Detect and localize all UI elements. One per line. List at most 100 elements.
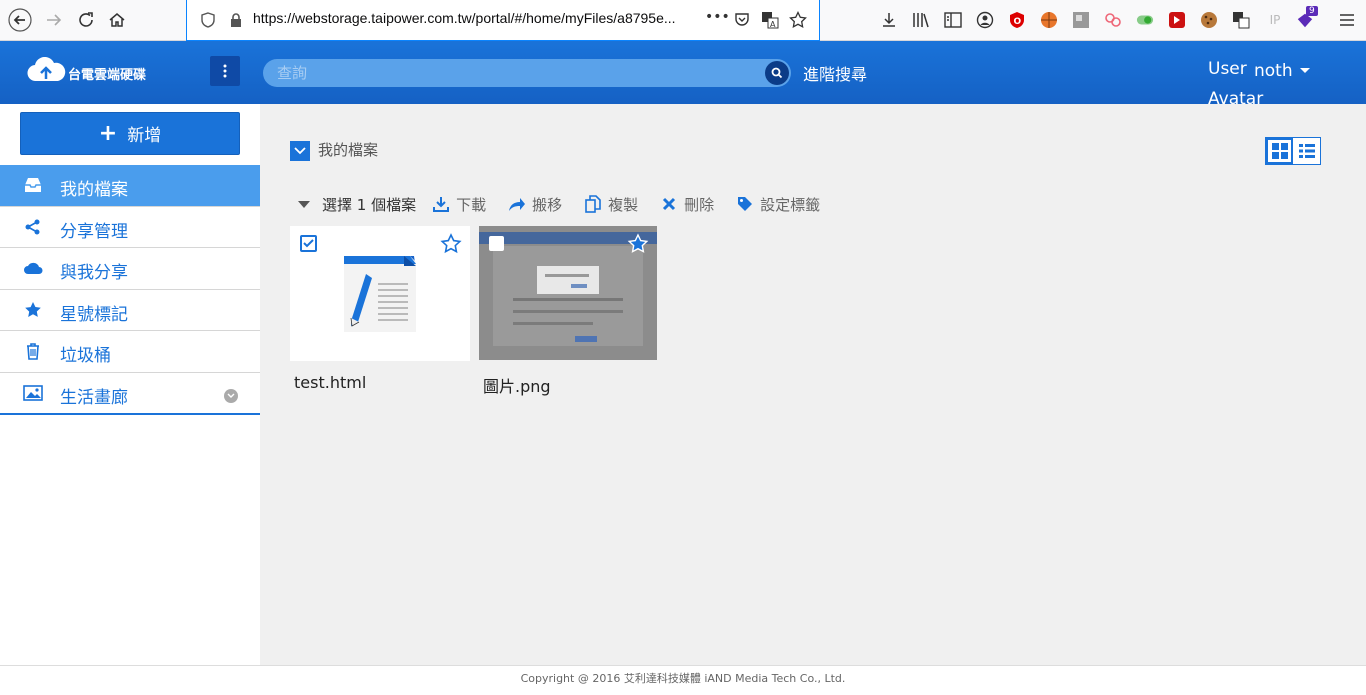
sidebar-item-shared-with-me[interactable]: 與我分享 <box>0 248 260 290</box>
browser-toolbar: https://webstorage.taipower.com.tw/porta… <box>0 0 1366 41</box>
inbox-icon <box>23 175 43 195</box>
delete-label: 刪除 <box>684 195 715 214</box>
file-card[interactable]: test.html <box>290 226 470 392</box>
menu-button[interactable] <box>210 56 240 86</box>
back-button[interactable] <box>8 8 32 32</box>
caret-down-icon <box>1299 68 1310 73</box>
sidebar-item-label: 分享管理 <box>60 221 128 242</box>
footer: Copyright @ 2016 艾利達科技媒體 iAND Media Tech… <box>0 665 1366 695</box>
tag-icon <box>736 195 754 213</box>
sidebar-item-label: 星號標記 <box>60 304 128 325</box>
trash-icon <box>23 341 43 361</box>
gem-extension-icon[interactable]: 9 <box>1296 6 1318 30</box>
sidebar-item-gallery[interactable]: 生活畫廊 <box>0 373 260 415</box>
address-bar[interactable]: https://webstorage.taipower.com.tw/porta… <box>186 0 820 41</box>
extension-badge: 9 <box>1306 6 1318 16</box>
file-thumbnail[interactable] <box>290 226 470 361</box>
sidebar-item-trash[interactable]: 垃圾桶 <box>0 331 260 373</box>
more-actions-icon[interactable]: ••• <box>705 9 730 25</box>
user-label: User <box>1208 59 1247 79</box>
new-button-label: 新增 <box>127 126 162 146</box>
file-card[interactable]: 圖片.png <box>479 226 657 396</box>
home-button[interactable] <box>105 8 129 32</box>
download-manager-icon[interactable] <box>880 10 898 30</box>
copyright-text: Copyright @ 2016 艾利達科技媒體 iAND Media Tech… <box>520 672 846 685</box>
move-label: 搬移 <box>532 195 563 214</box>
search-button[interactable] <box>765 61 789 85</box>
set-tag-label: 設定標籤 <box>760 195 821 214</box>
advanced-search-link[interactable]: 進階搜尋 <box>803 61 867 85</box>
app-header: 台電雲端硬碟 進階搜尋 User noth Avatar <box>0 41 1366 109</box>
pocket-icon[interactable] <box>733 11 751 29</box>
sidebar-toggle-icon[interactable] <box>944 10 962 30</box>
search-box <box>263 59 791 87</box>
star-outline-icon[interactable] <box>440 233 462 255</box>
move-button[interactable]: 搬移 <box>508 194 562 215</box>
user-menu[interactable]: noth <box>1254 61 1311 81</box>
logo-text: 台電雲端硬碟 <box>68 67 147 83</box>
toggle-extension-icon[interactable] <box>1136 10 1154 30</box>
photo-extension-icon[interactable] <box>1072 10 1090 30</box>
plus-icon: + <box>98 120 118 146</box>
bookmark-star-icon[interactable] <box>789 11 807 29</box>
set-tag-button[interactable]: 設定標籤 <box>736 194 820 215</box>
cloud-icon <box>23 258 43 278</box>
file-name[interactable]: 圖片.png <box>483 373 551 397</box>
logo[interactable]: 台電雲端硬碟 <box>26 57 146 83</box>
ip-extension-icon[interactable]: IP <box>1266 10 1284 30</box>
sidebar-item-share-management[interactable]: 分享管理 <box>0 207 260 249</box>
video-extension-icon[interactable] <box>1168 10 1186 30</box>
new-button[interactable]: + 新增 <box>20 112 240 155</box>
cloud-upload-icon <box>27 57 66 82</box>
list-icon <box>1298 144 1315 158</box>
link-extension-icon[interactable] <box>1104 10 1122 30</box>
main-content: 我的檔案 選擇 1 個檔案 下載 搬移 複製 刪除 設定標籤 test.html… <box>260 104 1366 665</box>
reload-button[interactable] <box>74 8 98 32</box>
library-icon[interactable] <box>912 10 930 30</box>
ublock-icon[interactable]: O <box>1008 10 1026 30</box>
shield-icon[interactable] <box>199 11 217 29</box>
sidebar-item-starred[interactable]: 星號標記 <box>0 290 260 332</box>
checkmark-icon <box>303 239 314 248</box>
search-icon <box>771 67 783 79</box>
breadcrumb[interactable]: 我的檔案 <box>318 139 378 160</box>
forward-button[interactable] <box>42 8 66 32</box>
star-icon <box>23 300 43 320</box>
hamburger-menu-icon[interactable] <box>1338 10 1356 30</box>
file-checkbox[interactable] <box>300 235 317 252</box>
sidebar-item-label: 垃圾桶 <box>60 346 111 367</box>
star-filled-icon[interactable] <box>627 233 649 255</box>
share-icon <box>23 217 43 237</box>
list-view-button[interactable] <box>1293 138 1320 164</box>
view-toggle <box>1265 137 1321 165</box>
lock-icon[interactable] <box>227 11 245 29</box>
breadcrumb-dropdown[interactable] <box>290 141 310 161</box>
svg-text:O: O <box>1014 17 1022 27</box>
sidebar-item-my-files[interactable]: 我的檔案 <box>0 165 260 207</box>
url-text[interactable]: https://webstorage.taipower.com.tw/porta… <box>253 10 703 26</box>
ball-extension-icon[interactable] <box>1040 10 1058 30</box>
image-icon <box>23 383 43 403</box>
download-label: 下載 <box>456 195 487 214</box>
file-thumbnail[interactable] <box>479 226 657 360</box>
vertical-dots-icon <box>223 64 227 78</box>
file-name[interactable]: test.html <box>294 373 366 392</box>
cookie-icon[interactable] <box>1200 10 1218 30</box>
file-checkbox[interactable] <box>489 236 504 251</box>
delete-button[interactable]: 刪除 <box>660 194 714 215</box>
grid-icon <box>1271 143 1288 159</box>
delete-icon <box>660 195 678 213</box>
download-button[interactable]: 下載 <box>432 194 486 215</box>
copy-button[interactable]: 複製 <box>584 194 638 215</box>
translate-extension-icon[interactable] <box>1232 10 1250 30</box>
sidebar-item-label: 生活畫廊 <box>60 387 128 408</box>
grid-view-button[interactable] <box>1266 138 1293 164</box>
caret-down-icon[interactable] <box>298 200 310 208</box>
move-icon <box>508 195 526 213</box>
account-icon[interactable] <box>976 10 994 30</box>
copy-icon <box>584 195 602 213</box>
search-input[interactable] <box>277 62 757 84</box>
sidebar: + 新增 我的檔案 分享管理 與我分享 星號標記 垃圾桶 生活畫廊 <box>0 104 260 665</box>
chevron-down-icon[interactable] <box>224 388 238 403</box>
translate-icon[interactable]: A <box>761 11 779 29</box>
